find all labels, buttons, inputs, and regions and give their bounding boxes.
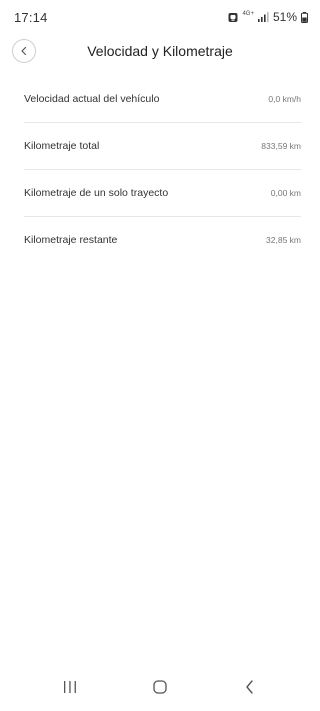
battery-percent: 51% xyxy=(272,10,297,24)
recent-apps-icon xyxy=(64,681,76,693)
home-icon xyxy=(153,680,167,694)
info-list: Velocidad actual del vehículo 0,0 km/h K… xyxy=(0,76,320,263)
nav-back-button[interactable] xyxy=(238,675,262,699)
row-value: 32,85 km xyxy=(266,235,301,245)
row-label: Kilometraje de un solo trayecto xyxy=(24,187,169,199)
status-icons: 4G+ 51% xyxy=(228,10,308,24)
signal-icon xyxy=(257,12,269,22)
recent-apps-button[interactable] xyxy=(58,675,82,699)
row-remaining-mileage: Kilometraje restante 32,85 km xyxy=(24,217,301,263)
row-current-speed: Velocidad actual del vehículo 0,0 km/h xyxy=(24,76,301,123)
row-label: Velocidad actual del vehículo xyxy=(24,93,160,105)
home-button[interactable] xyxy=(148,675,172,699)
battery-icon xyxy=(301,11,308,23)
row-label: Kilometraje total xyxy=(24,140,100,152)
network-label: 4G+ xyxy=(242,11,254,17)
screen: 17:14 4G+ 51% Velocidad y Kilometraje Ve… xyxy=(0,0,320,711)
network-4g-icon: 4G+ xyxy=(242,11,254,20)
row-total-mileage: Kilometraje total 833,59 km xyxy=(24,123,301,170)
row-trip-mileage: Kilometraje de un solo trayecto 0,00 km xyxy=(24,170,301,217)
row-value: 0,00 km xyxy=(270,188,301,198)
status-time: 17:14 xyxy=(14,10,48,25)
back-icon xyxy=(246,680,253,694)
navigation-bar xyxy=(0,663,320,711)
header: Velocidad y Kilometraje xyxy=(0,34,320,68)
page-title: Velocidad y Kilometraje xyxy=(87,43,233,59)
row-value: 833,59 km xyxy=(261,141,301,151)
status-bar: 17:14 4G+ 51% xyxy=(0,0,320,34)
app-notification-icon xyxy=(228,12,238,23)
row-value: 0,0 km/h xyxy=(268,94,301,104)
row-label: Kilometraje restante xyxy=(24,234,118,246)
